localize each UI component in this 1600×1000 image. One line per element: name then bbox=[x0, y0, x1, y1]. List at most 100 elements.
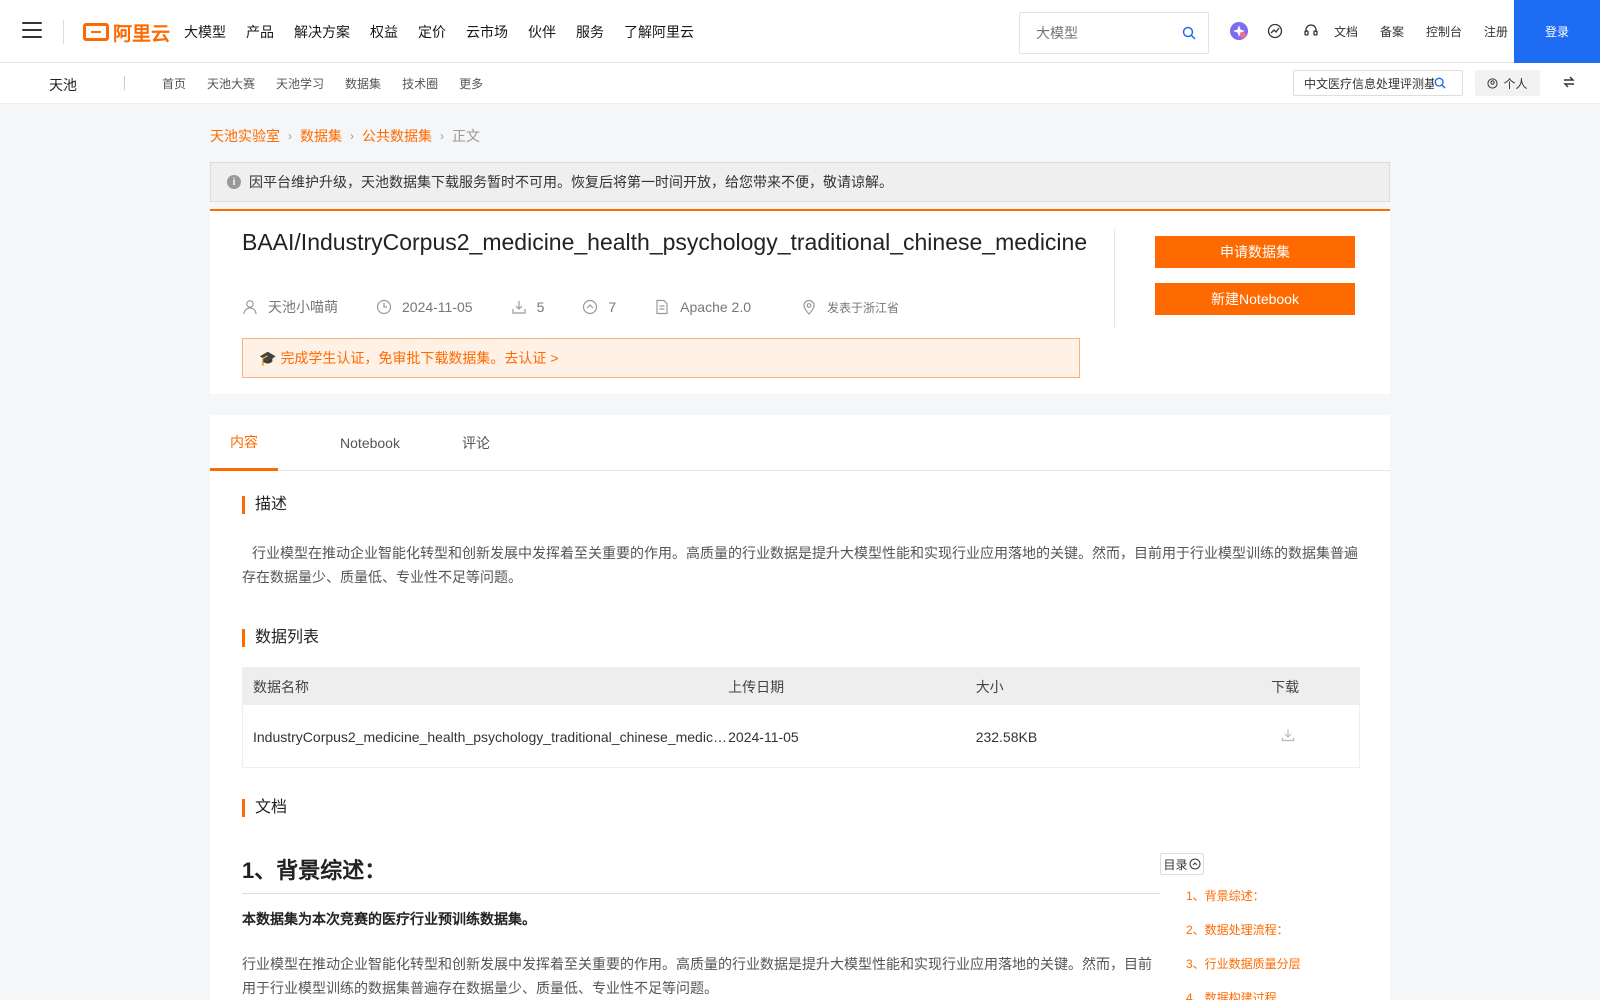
top-link-console[interactable]: 控制台 bbox=[1426, 23, 1462, 40]
ai-assistant-icon[interactable] bbox=[1228, 20, 1250, 42]
login-button[interactable]: 登录 bbox=[1514, 0, 1600, 63]
dataset-meta: 天池小喵萌 2024-11-05 5 7 Apache 2.0 发表于浙江省 bbox=[242, 297, 937, 317]
top-link-icp[interactable]: 备案 bbox=[1380, 23, 1404, 40]
switch-icon[interactable] bbox=[1562, 75, 1576, 89]
file-size: 232.58KB bbox=[975, 728, 1038, 745]
notice-text: 因平台维护升级，天池数据集下载服务暂时不可用。恢复后将第一时间开放，给您带来不便… bbox=[249, 174, 893, 190]
top-navbar: 阿里云 大模型 产品 解决方案 权益 定价 云市场 伙伴 服务 了解阿里云 文档… bbox=[0, 0, 1600, 63]
subnav-item-competitions[interactable]: 天池大赛 bbox=[207, 75, 255, 92]
tab-comments[interactable]: 评论 bbox=[454, 415, 498, 471]
toc-item[interactable]: 1、背景综述： bbox=[1186, 887, 1301, 904]
author-name[interactable]: 天池小喵萌 bbox=[268, 297, 338, 317]
meta-shares: 7 bbox=[582, 299, 616, 315]
license-name: Apache 2.0 bbox=[680, 299, 752, 315]
dataset-title: BAAI/IndustryCorpus2_medicine_health_psy… bbox=[242, 229, 1088, 255]
nav-divider bbox=[63, 20, 64, 44]
top-icon-group bbox=[1228, 20, 1336, 42]
dashboard-icon[interactable] bbox=[1264, 20, 1286, 42]
toc-item[interactable]: 3、行业数据质量分层 bbox=[1186, 955, 1301, 972]
col-header-download: 下载 bbox=[1271, 678, 1300, 695]
toc-label: 目录 bbox=[1163, 857, 1188, 872]
breadcrumb-public-datasets[interactable]: 公共数据集 bbox=[362, 126, 432, 146]
personal-label: 个人 bbox=[1503, 76, 1528, 91]
content-card: 内容 Notebook 评论 描述 行业模型在推动企业智能化转型和创新发展中发挥… bbox=[210, 415, 1390, 1000]
subnav-item-datasets[interactable]: 数据集 bbox=[345, 75, 381, 92]
table-header: 数据名称 上传日期 大小 下载 bbox=[243, 668, 1359, 705]
doc-bold-intro: 本数据集为本次竞赛的医疗行业预训练数据集。 bbox=[242, 911, 536, 927]
license-document-icon bbox=[656, 299, 668, 315]
aliyun-logo[interactable]: 阿里云 bbox=[83, 19, 170, 45]
meta-date: 2024-11-05 bbox=[376, 299, 473, 315]
breadcrumb-datasets[interactable]: 数据集 bbox=[300, 126, 342, 146]
top-menu-item-pricing[interactable]: 定价 bbox=[418, 22, 446, 42]
student-cert-banner[interactable]: 🎓 完成学生认证，免审批下载数据集。去认证 > bbox=[242, 338, 1080, 378]
top-link-register[interactable]: 注册 bbox=[1484, 23, 1508, 40]
info-icon: i bbox=[227, 175, 241, 189]
breadcrumb-lab[interactable]: 天池实验室 bbox=[210, 126, 280, 146]
support-headset-icon[interactable] bbox=[1300, 20, 1322, 42]
col-header-size: 大小 bbox=[975, 678, 1004, 695]
download-count-icon bbox=[511, 301, 526, 314]
aliyun-logo-text: 阿里云 bbox=[113, 23, 171, 45]
search-icon[interactable] bbox=[1182, 26, 1196, 40]
location-text: 发表于浙江省 bbox=[827, 300, 900, 315]
new-notebook-button[interactable]: 新建Notebook bbox=[1155, 283, 1355, 315]
personal-center-button[interactable]: 个人 bbox=[1475, 70, 1540, 96]
chevron-right-icon: › bbox=[440, 129, 444, 143]
subnav-divider bbox=[124, 76, 125, 90]
toc-item[interactable]: 4、数据构建过程 bbox=[1186, 989, 1301, 1000]
download-icon[interactable] bbox=[1281, 728, 1295, 742]
top-menu-item-services[interactable]: 服务 bbox=[576, 22, 604, 42]
datalist-heading: 数据列表 bbox=[242, 629, 319, 647]
description-heading: 描述 bbox=[242, 496, 287, 514]
hamburger-menu-icon[interactable] bbox=[22, 22, 42, 40]
subnav-item-learning[interactable]: 天池学习 bbox=[276, 75, 324, 92]
location-pin-icon bbox=[803, 299, 815, 315]
top-menu: 大模型 产品 解决方案 权益 定价 云市场 伙伴 服务 了解阿里云 bbox=[184, 0, 714, 63]
toc-toggle-button[interactable]: 目录 bbox=[1160, 853, 1204, 875]
top-menu-item-marketplace[interactable]: 云市场 bbox=[466, 22, 508, 42]
breadcrumb: 天池实验室 › 数据集 › 公共数据集 › 正文 bbox=[210, 126, 480, 146]
top-menu-item-benefits[interactable]: 权益 bbox=[370, 22, 398, 42]
subnav-links: 首页 天池大赛 天池学习 数据集 技术圈 更多 bbox=[162, 63, 504, 104]
file-name: IndustryCorpus2_medicine_health_psycholo… bbox=[253, 728, 729, 745]
tab-notebook[interactable]: Notebook bbox=[330, 415, 410, 471]
graduation-cap-icon: 🎓 bbox=[259, 349, 277, 366]
chevron-circle-icon bbox=[1189, 858, 1200, 870]
download-cell bbox=[1271, 728, 1359, 745]
col-header-date: 上传日期 bbox=[728, 678, 785, 695]
meta-location: 发表于浙江省 bbox=[801, 299, 899, 316]
top-menu-item-solutions[interactable]: 解决方案 bbox=[294, 22, 350, 42]
apply-dataset-button[interactable]: 申请数据集 bbox=[1155, 236, 1355, 268]
breadcrumb-current: 正文 bbox=[452, 128, 480, 144]
top-menu-item-products[interactable]: 产品 bbox=[246, 22, 274, 42]
download-count: 5 bbox=[536, 299, 545, 315]
share-icon bbox=[583, 299, 598, 315]
subnav-item-tech-circle[interactable]: 技术圈 bbox=[402, 75, 438, 92]
aliyun-logo-mark-icon bbox=[83, 23, 109, 41]
tab-content[interactable]: 内容 bbox=[210, 415, 278, 471]
toc-item[interactable]: 2、数据处理流程： bbox=[1186, 921, 1301, 938]
col-header-name: 数据名称 bbox=[253, 678, 309, 695]
top-menu-item-about[interactable]: 了解阿里云 bbox=[624, 22, 694, 42]
header-divider bbox=[1114, 229, 1115, 327]
subnav-item-home[interactable]: 首页 bbox=[162, 75, 186, 92]
search-icon[interactable] bbox=[1434, 77, 1446, 89]
top-menu-item-llm[interactable]: 大模型 bbox=[184, 22, 226, 42]
top-search-input[interactable] bbox=[1020, 13, 1170, 53]
doc-section-heading: 1、背景综述： bbox=[242, 853, 1160, 894]
top-links: 文档 备案 控制台 注册 bbox=[1334, 0, 1530, 63]
share-count: 7 bbox=[608, 299, 617, 315]
meta-author: 天池小喵萌 bbox=[242, 297, 338, 317]
table-row: IndustryCorpus2_medicine_health_psycholo… bbox=[243, 705, 1359, 768]
subnav-search-input[interactable] bbox=[1294, 76, 1434, 90]
subnav-item-more[interactable]: 更多 bbox=[459, 75, 483, 92]
description-text: 行业模型在推动企业智能化转型和创新发展中发挥着至关重要的作用。高质量的行业数据是… bbox=[242, 545, 1358, 585]
content-tabs: 内容 Notebook 评论 bbox=[210, 415, 1390, 471]
tianchi-brand[interactable]: 天池 bbox=[49, 75, 77, 95]
top-menu-item-partners[interactable]: 伙伴 bbox=[528, 22, 556, 42]
data-files-table: 数据名称 上传日期 大小 下载 IndustryCorpus2_medicine… bbox=[242, 667, 1360, 768]
top-link-docs[interactable]: 文档 bbox=[1334, 23, 1358, 40]
publish-date: 2024-11-05 bbox=[402, 299, 473, 315]
table-of-contents: 1、背景综述： 2、数据处理流程： 3、行业数据质量分层 4、数据构建过程 bbox=[1186, 887, 1301, 1000]
